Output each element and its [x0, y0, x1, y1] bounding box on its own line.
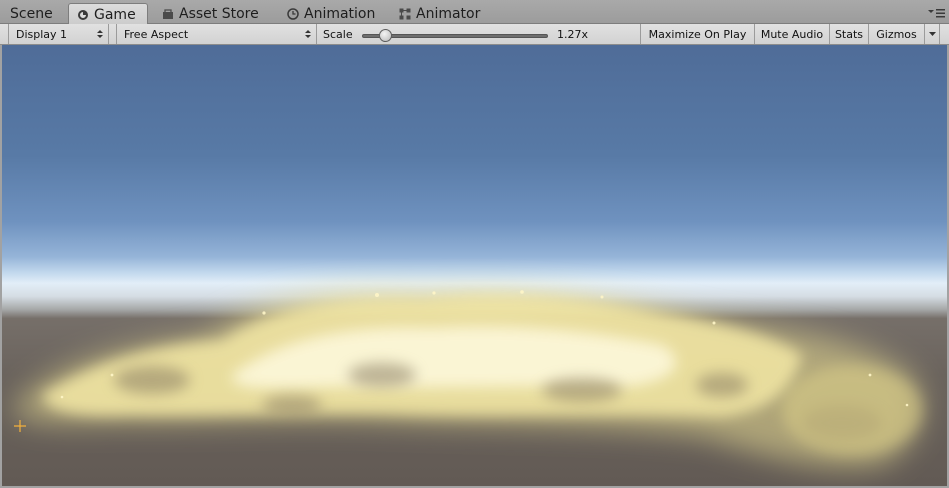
- tab-scene[interactable]: Scene: [2, 3, 61, 24]
- particle-cloud: [12, 288, 922, 468]
- stats-button[interactable]: Stats: [830, 24, 869, 44]
- dropdown-arrow-icon: [928, 31, 936, 36]
- animation-clock-icon: [287, 7, 299, 20]
- window-tab-bar: Scene Game Asset Store Animation Animato…: [0, 0, 949, 25]
- gizmos-dropdown-button[interactable]: [925, 24, 940, 44]
- game-icon: [78, 9, 88, 20]
- tab-animator[interactable]: Animator: [391, 3, 488, 24]
- mute-audio-label: Mute Audio: [760, 27, 824, 41]
- gizmos-label: Gizmos: [876, 27, 917, 41]
- gizmos-button[interactable]: Gizmos: [869, 24, 925, 44]
- scale-value: 1.27x: [557, 27, 589, 41]
- scale-label: Scale: [323, 27, 353, 41]
- maximize-on-play-label: Maximize On Play: [648, 27, 747, 41]
- asset-store-icon: [163, 8, 173, 19]
- animator-icon: [399, 8, 411, 19]
- spark-marker-icon: [14, 420, 26, 432]
- tab-animation[interactable]: Animation: [279, 3, 383, 24]
- updown-arrow-icon: [305, 30, 311, 38]
- mute-audio-button[interactable]: Mute Audio: [755, 24, 830, 44]
- display-dropdown[interactable]: Display 1: [8, 24, 109, 44]
- tab-scene-label: Scene: [10, 5, 53, 22]
- tab-animation-label: Animation: [304, 5, 376, 22]
- display-dropdown-label: Display 1: [16, 27, 68, 41]
- aspect-dropdown-label: Free Aspect: [124, 27, 189, 41]
- game-viewport[interactable]: [2, 45, 947, 486]
- panel-menu-icon[interactable]: [927, 7, 945, 19]
- tab-game-label: Game: [94, 6, 136, 23]
- tab-game[interactable]: Game: [68, 3, 148, 25]
- aspect-dropdown[interactable]: Free Aspect: [116, 24, 317, 44]
- maximize-on-play-button[interactable]: Maximize On Play: [641, 24, 755, 44]
- tab-animator-label: Animator: [416, 5, 481, 22]
- tab-asset-store-label: Asset Store: [179, 5, 259, 22]
- tab-asset-store[interactable]: Asset Store: [154, 3, 267, 24]
- stats-label: Stats: [834, 27, 864, 41]
- updown-arrow-icon: [97, 30, 103, 38]
